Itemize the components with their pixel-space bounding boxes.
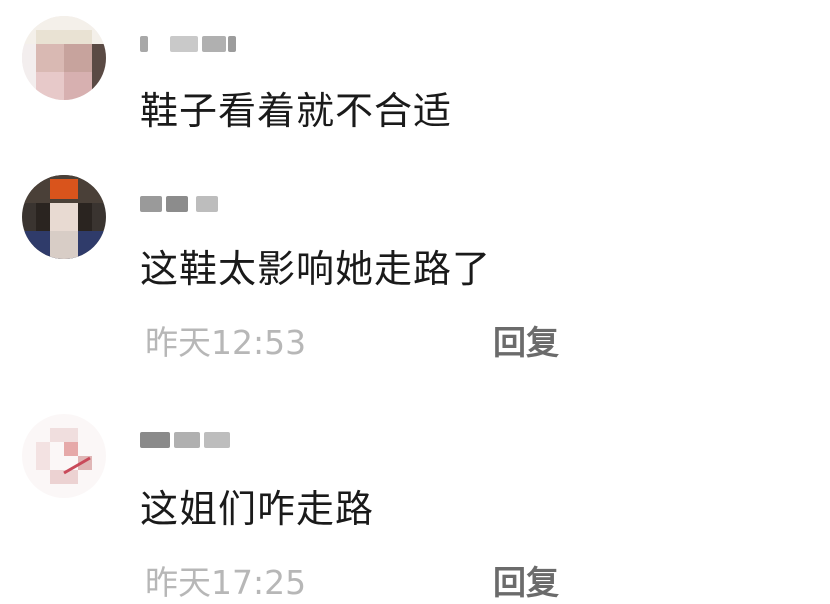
avatar[interactable] [22, 414, 106, 498]
username-blurred[interactable] [140, 190, 240, 218]
comment-text: 鞋子看着就不合适 [140, 89, 453, 133]
comment-text: 这姐们咋走路 [140, 487, 375, 531]
comment-meta: 昨天17:25 回复 [145, 556, 559, 604]
username-blurred[interactable] [140, 426, 240, 454]
avatar[interactable] [22, 16, 106, 100]
comment-text: 这鞋太影响她走路了 [140, 247, 492, 291]
timestamp: 昨天12:53 [145, 323, 307, 362]
comment-meta: 昨天12:53 回复 [145, 316, 559, 364]
reply-button[interactable]: 回复 [493, 316, 559, 364]
avatar[interactable] [22, 175, 106, 259]
reply-button[interactable]: 回复 [493, 556, 559, 604]
username-blurred[interactable] [140, 30, 240, 58]
timestamp: 昨天17:25 [145, 563, 307, 602]
